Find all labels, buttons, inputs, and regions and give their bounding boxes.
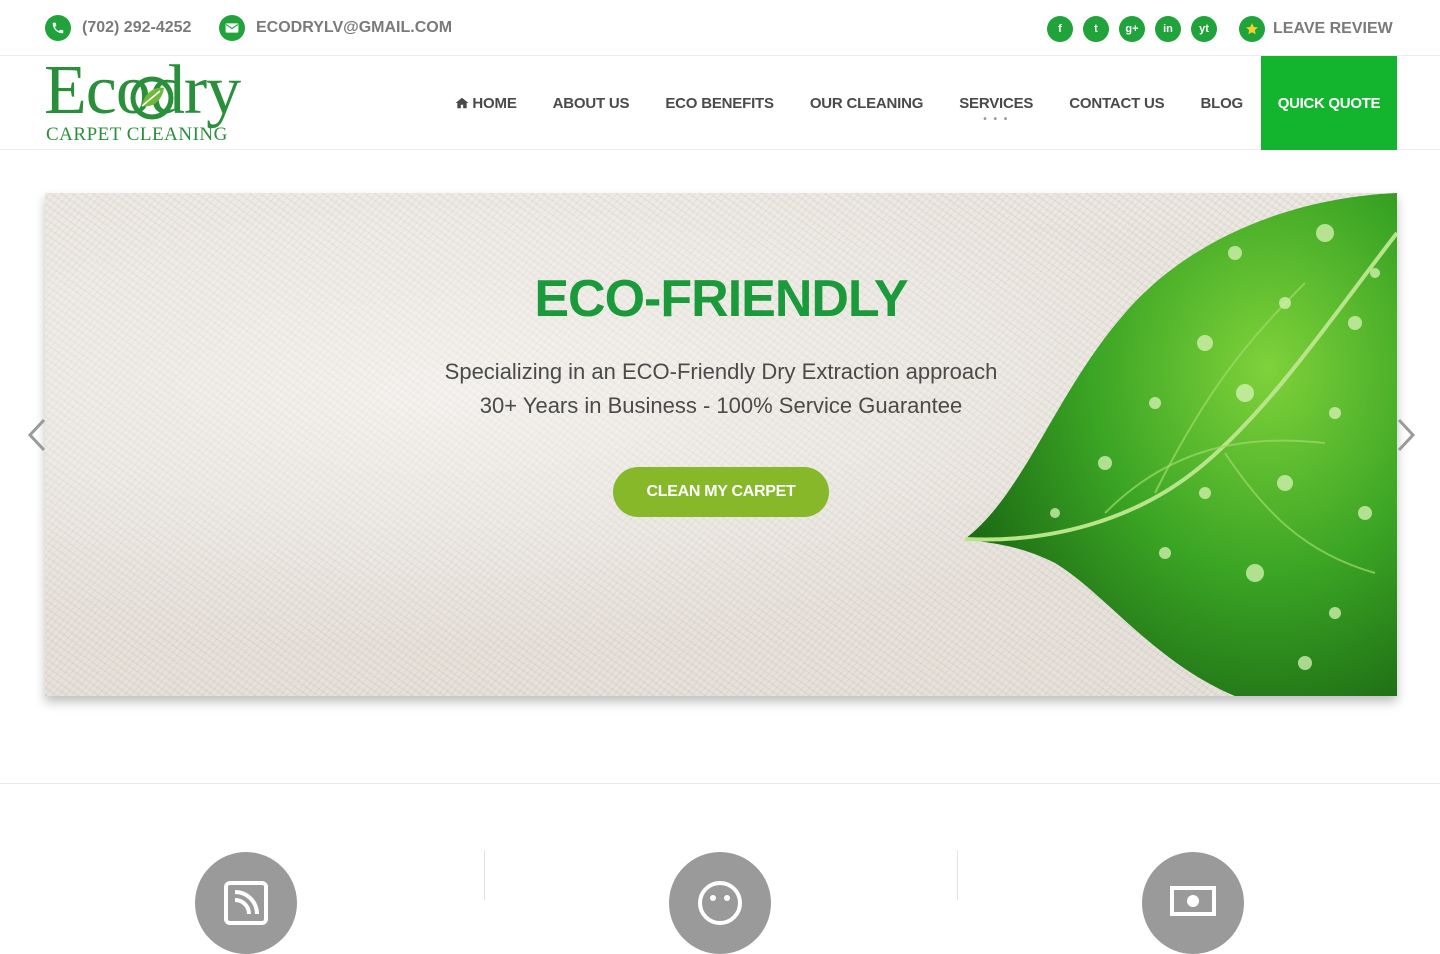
- logo-tagline: CARPET CLEANING: [46, 124, 228, 145]
- nav-about-us[interactable]: ABOUT US: [553, 95, 630, 112]
- youtube-icon[interactable]: yt: [1191, 16, 1217, 42]
- nav-blog[interactable]: BLOG: [1200, 95, 1243, 112]
- feature-icon-circle: [1142, 852, 1244, 954]
- nav-home-label: HOME: [472, 94, 517, 112]
- site-header: Ecodry CARPET CLEANING HOME ABOUT US ECO…: [0, 56, 1440, 150]
- submenu-indicator: • • •: [983, 113, 1010, 125]
- hero-slider: ECO-FRIENDLY Specializing in an ECO-Frie…: [45, 193, 1397, 696]
- nav-our-cleaning[interactable]: OUR CLEANING: [810, 95, 924, 112]
- phone-icon: [45, 15, 71, 41]
- phone-number: (702) 292-4252: [82, 19, 192, 36]
- slider-prev-arrow-icon[interactable]: [27, 418, 47, 452]
- linkedin-icon[interactable]: in: [1155, 16, 1181, 42]
- ecodry-logo[interactable]: Ecodry CARPET CLEANING: [44, 56, 289, 146]
- nav-services-label: SERVICES: [959, 94, 1034, 112]
- feature-separator: [484, 850, 485, 900]
- nav-home[interactable]: HOME: [455, 94, 517, 112]
- envelope-icon: [219, 15, 245, 41]
- hero-title: ECO-FRIENDLY: [534, 270, 908, 328]
- home-icon: [456, 97, 469, 109]
- quick-quote-button[interactable]: QUICK QUOTE: [1261, 56, 1397, 150]
- facebook-icon[interactable]: f: [1047, 16, 1073, 42]
- main-nav: HOME ABOUT US ECO BENEFITS OUR CLEANING …: [419, 56, 1397, 150]
- leave-review-label: LEAVE REVIEW: [1273, 20, 1393, 37]
- clean-my-carpet-button[interactable]: CLEAN MY CARPET: [613, 467, 829, 517]
- rss-icon: [224, 881, 268, 925]
- nav-eco-benefits[interactable]: ECO BENEFITS: [665, 95, 774, 112]
- nav-contact-us[interactable]: CONTACT US: [1069, 95, 1164, 112]
- smiley-icon: [698, 881, 742, 925]
- email-address: ECODRYLV@GMAIL.COM: [256, 19, 453, 36]
- feature-separator: [957, 850, 958, 900]
- email-contact[interactable]: ECODRYLV@GMAIL.COM: [219, 15, 452, 41]
- section-divider: [0, 783, 1440, 784]
- phone-contact[interactable]: (702) 292-4252: [45, 15, 191, 41]
- feature-icon-circle: [669, 852, 771, 954]
- slider-next-arrow-icon[interactable]: [1396, 418, 1416, 452]
- star-icon: [1239, 16, 1265, 42]
- social-links: f t g+ in yt: [1047, 16, 1227, 42]
- twitter-icon[interactable]: t: [1083, 16, 1109, 42]
- hero-line-1: Specializing in an ECO-Friendly Dry Extr…: [444, 359, 998, 384]
- money-icon: [1170, 886, 1216, 916]
- feature-icon-circle: [195, 852, 297, 954]
- top-bar: (702) 292-4252 ECODRYLV@GMAIL.COM f t g+…: [0, 0, 1440, 56]
- nav-services[interactable]: SERVICES • • •: [959, 94, 1034, 125]
- leave-review-link[interactable]: LEAVE REVIEW: [1239, 16, 1393, 42]
- google-plus-icon[interactable]: g+: [1119, 16, 1145, 42]
- hero-line-2: 30+ Years in Business - 100% Service Gua…: [479, 393, 963, 418]
- leaf-icon: [130, 76, 174, 120]
